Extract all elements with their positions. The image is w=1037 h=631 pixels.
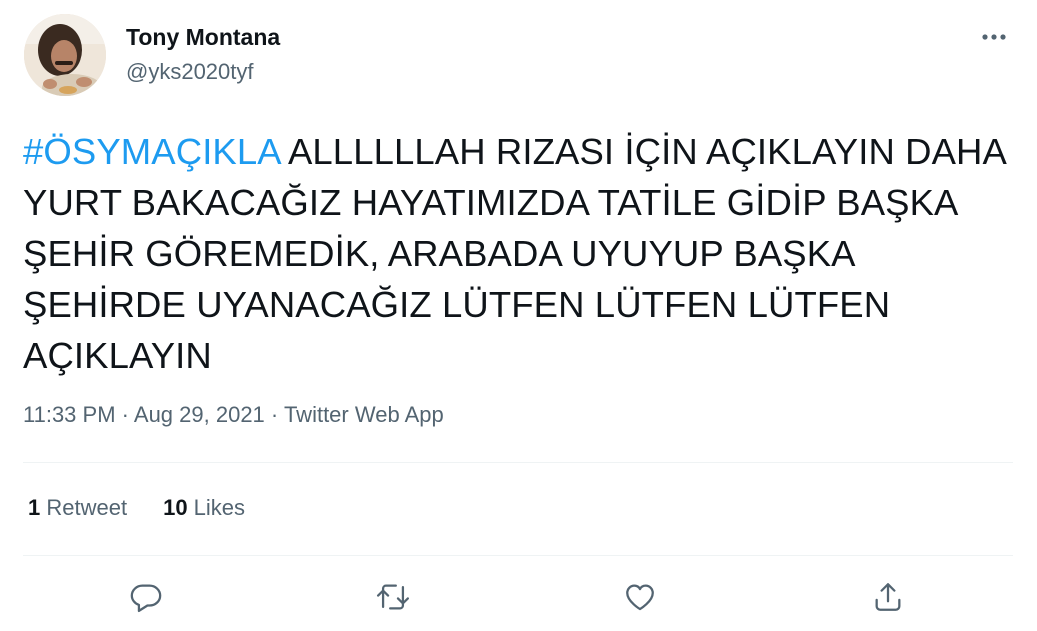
more-horizontal-icon — [982, 34, 1006, 40]
avatar[interactable] — [24, 14, 106, 96]
heart-icon — [626, 584, 654, 611]
tweet-stats: 1 Retweet 10 Likes — [28, 495, 245, 521]
retweets-count: 1 — [28, 495, 41, 520]
display-name[interactable]: Tony Montana — [126, 24, 280, 51]
user-handle[interactable]: @yks2020tyf — [126, 59, 254, 85]
reply-icon — [130, 584, 162, 613]
divider — [23, 555, 1013, 556]
tweet-text: #ÖSYMAÇIKLA ALLLLLLAH RIZASI İÇİN AÇIKLA… — [23, 126, 1013, 381]
tweet-time[interactable]: 11:33 PM — [23, 402, 116, 427]
retweets-stat[interactable]: 1 Retweet — [28, 495, 127, 521]
hashtag-link[interactable]: #ÖSYMAÇIKLA — [23, 131, 280, 172]
retweets-label: Retweet — [40, 495, 128, 520]
share-button[interactable] — [865, 574, 911, 620]
meta-separator: · — [115, 402, 134, 427]
tweet-date[interactable]: Aug 29, 2021 — [134, 402, 265, 427]
likes-stat[interactable]: 10 Likes — [163, 495, 245, 521]
meta-separator: · — [264, 402, 284, 427]
tweet-source[interactable]: Twitter Web App — [284, 402, 444, 427]
likes-count: 10 — [163, 495, 188, 520]
tweet-detail: Tony Montana @yks2020tyf #ÖSYMAÇIKLA ALL… — [0, 0, 1037, 631]
share-icon — [875, 583, 901, 611]
tweet-actions — [0, 574, 1037, 620]
retweet-icon — [376, 584, 410, 610]
avatar-image — [24, 14, 106, 96]
like-button[interactable] — [617, 574, 663, 620]
reply-button[interactable] — [123, 574, 169, 620]
tweet-meta: 11:33 PM · Aug 29, 2021 · Twitter Web Ap… — [23, 402, 444, 428]
retweet-button[interactable] — [370, 574, 416, 620]
likes-label: Likes — [187, 495, 246, 520]
more-button[interactable] — [974, 22, 1014, 52]
divider — [23, 462, 1013, 463]
